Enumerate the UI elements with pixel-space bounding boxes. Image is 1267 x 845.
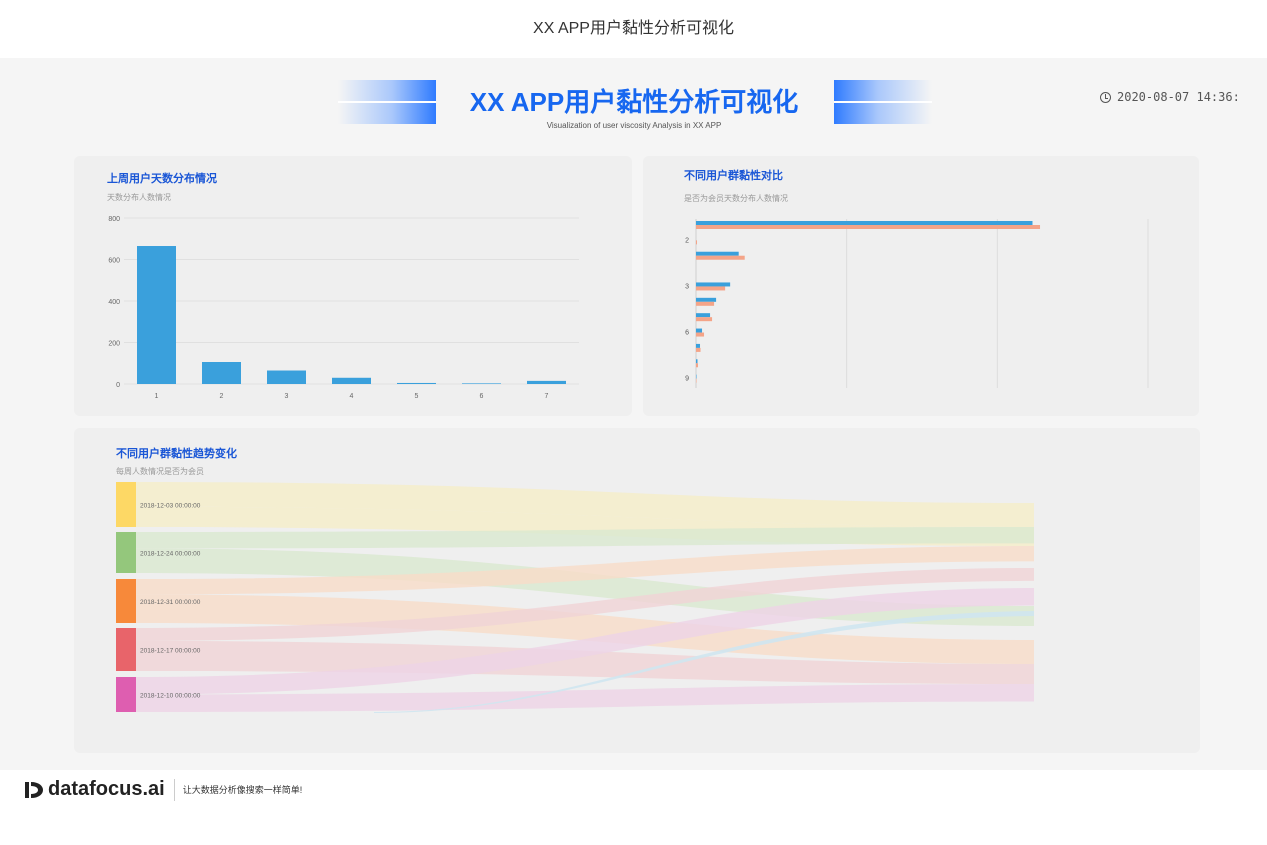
y-tick-label: 0 — [116, 382, 120, 389]
bar — [397, 382, 436, 384]
bar — [696, 328, 703, 333]
bar — [696, 378, 697, 383]
footer-brand: datafocus.ai — [48, 778, 165, 800]
y-tick-label: 600 — [108, 258, 120, 265]
panel-member-compare: 不同用户群黏性对比 是否为会员天数分布人数情况 2369 — [643, 156, 1199, 416]
footer-slogan: 让大数据分析像搜索一样简单! — [182, 785, 303, 795]
y-tick-label: 800 — [108, 216, 120, 223]
bar — [267, 370, 306, 384]
sankey-node — [116, 482, 136, 527]
footer-divider — [173, 778, 175, 801]
bar — [696, 359, 698, 364]
panel-weekly-trend: 不同用户群黏性趋势变化 每周人数情况是否为会员 2018-12-03 00:00… — [74, 428, 1200, 753]
header-decoration-line-left — [338, 101, 436, 103]
bar — [137, 246, 176, 384]
sankey-node-label: 2018-12-24 00:00:00 — [140, 551, 201, 558]
bar — [696, 255, 745, 260]
bar — [332, 377, 371, 384]
footer: datafocus.ai 让大数据分析像搜索一样简单! — [24, 778, 302, 801]
bar — [696, 332, 705, 337]
bar — [462, 383, 501, 384]
bar — [202, 362, 241, 384]
clock-text: 2020-08-07 14:36: — [1117, 90, 1240, 104]
sankey-node-label: 2018-12-10 00:00:00 — [140, 693, 201, 700]
x-tick-label: 2 — [220, 393, 224, 400]
dashboard-subtitle: Visualization of user viscosity Analysis… — [546, 121, 722, 130]
weekly-trend-sankey: 2018-12-03 00:00:00 2018-12-24 00:00:00 20… — [116, 482, 1034, 713]
x-tick-label: 3 — [285, 393, 289, 400]
page-title: XX APP用户黏性分析可视化 — [533, 20, 734, 37]
bar — [696, 282, 731, 287]
header-decoration-line-right — [834, 101, 932, 103]
bar — [696, 363, 699, 368]
bar — [696, 301, 715, 306]
y-tick-label: 3 — [685, 283, 689, 290]
x-tick-label: 1 — [155, 393, 159, 400]
y-tick-label: 400 — [108, 299, 120, 306]
y-tick-label: 200 — [108, 341, 120, 348]
clock-icon — [1100, 91, 1111, 103]
weekly-days-bar-chart: 800 600 400 200 0 1 2 3 4 5 6 7 — [108, 216, 579, 400]
bar — [696, 240, 698, 245]
sankey-node-label: 2018-12-03 00:00:00 — [140, 503, 201, 510]
bar — [527, 380, 566, 384]
bar — [696, 374, 697, 379]
clock-readout: 2020-08-07 14:36: — [1100, 90, 1240, 104]
bar — [696, 343, 701, 348]
panel-weekly-days: 上周用户天数分布情况 天数分布人数情况 800 600 400 200 0 1 2 3 4 5 6 7 — [74, 156, 632, 416]
x-tick-label: 6 — [480, 393, 484, 400]
datafocus-logo-icon — [25, 781, 43, 798]
bar — [696, 317, 713, 322]
x-tick-label: 7 — [545, 393, 549, 400]
bar — [696, 347, 701, 352]
bar — [696, 221, 1033, 225]
y-tick-label: 6 — [685, 330, 689, 337]
bar — [696, 225, 1041, 229]
bar — [696, 297, 717, 302]
sankey-link — [136, 527, 1034, 549]
sankey-node — [116, 677, 136, 712]
x-tick-label: 4 — [350, 393, 354, 400]
sankey-node — [116, 579, 136, 623]
y-tick-label: 9 — [685, 376, 689, 383]
sankey-node-label: 2018-12-31 00:00:00 — [140, 599, 201, 606]
member-compare-bar-chart: 2 3 6 9 — [685, 219, 1149, 388]
dashboard-title: XX APP用户黏性分析可视化 — [469, 87, 799, 117]
sankey-node-label: 2018-12-17 00:00:00 — [140, 648, 201, 655]
sankey-node — [116, 628, 136, 671]
x-tick-label: 5 — [415, 393, 419, 400]
bar — [696, 251, 739, 256]
sankey-node — [116, 532, 136, 573]
y-tick-label: 2 — [685, 237, 689, 244]
bar — [696, 313, 711, 318]
bar — [696, 286, 726, 291]
